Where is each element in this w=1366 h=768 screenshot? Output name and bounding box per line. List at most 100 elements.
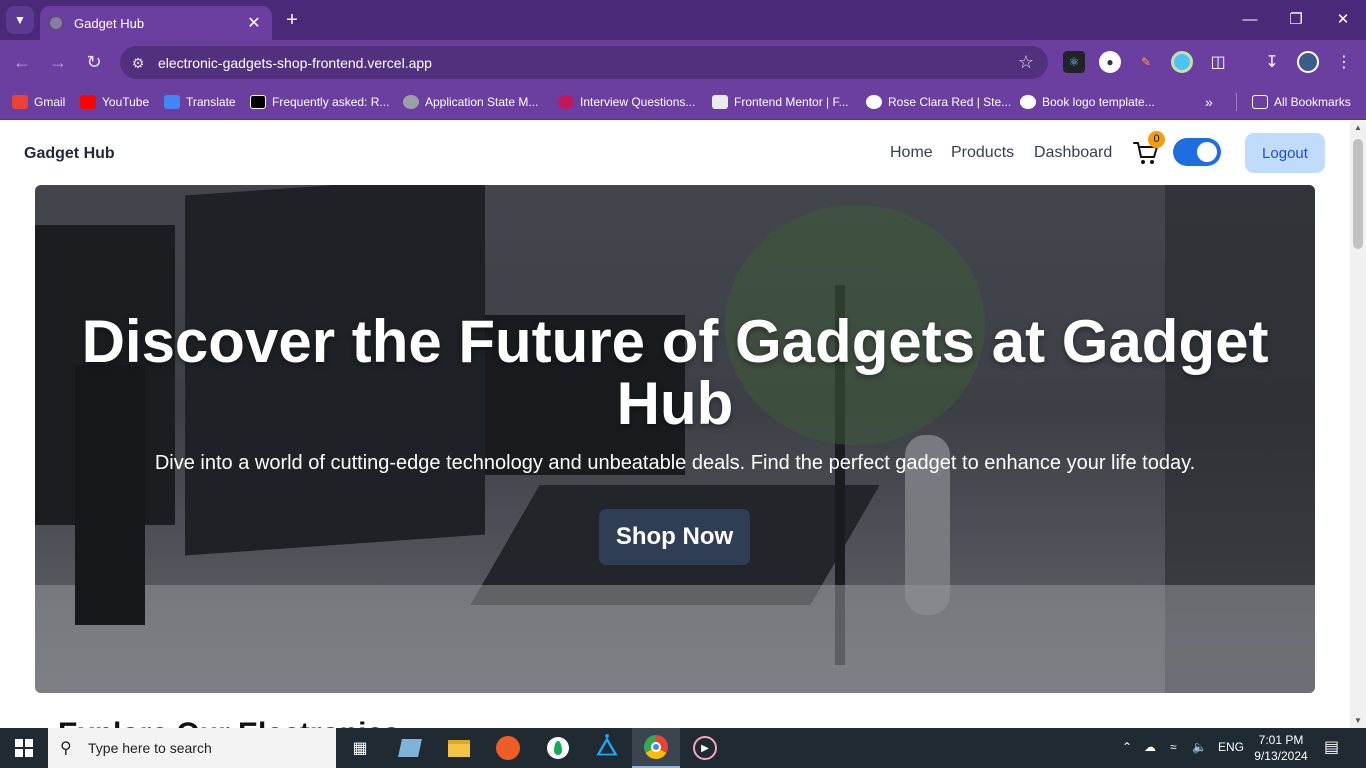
restore-icon: ❐ [1289, 11, 1303, 28]
interview-site-icon [558, 95, 574, 109]
bookmark-label: Translate [186, 95, 236, 109]
bookmark-youtube[interactable]: YouTube [80, 93, 149, 111]
bookmark-translate[interactable]: Translate [164, 93, 236, 111]
hero-subtitle: Dive into a world of cutting-edge techno… [154, 452, 1196, 474]
site-brand[interactable]: Gadget Hub [24, 145, 115, 163]
system-clock[interactable]: 7:01 PM 9/13/2024 [1250, 732, 1312, 764]
taskbar-app-postman[interactable] [484, 728, 532, 768]
site-info-icon[interactable]: ⚙ [126, 51, 150, 75]
tab-title: Gadget Hub [74, 15, 145, 31]
task-view-icon: ▦ [352, 740, 368, 757]
bookmark-label: Frequently asked: R... [272, 95, 390, 109]
bookmark-label: Interview Questions... [580, 95, 696, 109]
back-button[interactable]: ← [10, 50, 34, 74]
scroll-up-arrow-icon[interactable]: ▲ [1350, 121, 1366, 135]
bookmark-application-state[interactable]: Application State M... [403, 93, 538, 111]
close-icon: ✕ [1336, 11, 1350, 28]
taskbar-app-vscode[interactable]: ⧊ [583, 728, 631, 768]
start-button[interactable] [0, 728, 48, 768]
media-player-icon: ▶ [693, 736, 717, 760]
restore-window-button[interactable]: ❐ [1284, 8, 1308, 32]
extensions-puzzle-icon[interactable]: ◫ [1207, 51, 1229, 73]
bookmark-gmail[interactable]: Gmail [12, 93, 65, 111]
taskbar-app-mongodb[interactable] [534, 728, 582, 768]
hero-title-line-1: Discover the Future of Gadgets at Gadget [81, 308, 1269, 375]
bookmark-label: YouTube [102, 95, 150, 109]
lighthouse-extension-icon[interactable] [1171, 51, 1193, 73]
chrome-icon [644, 735, 668, 759]
close-window-button[interactable]: ✕ [1331, 8, 1355, 32]
bookmark-star-icon[interactable]: ☆ [1018, 52, 1034, 73]
bookmarks-overflow-button[interactable]: » [1205, 93, 1213, 111]
bookmark-label: Application State M... [425, 95, 539, 109]
bookmark-book-logo[interactable]: Book logo template... [1020, 93, 1155, 111]
browser-toolbar: ← → ↻ ⚙ electronic-gadgets-shop-frontend… [0, 40, 1366, 84]
url-text[interactable]: electronic-gadgets-shop-frontend.vercel.… [158, 55, 1018, 71]
windows-logo-icon [15, 739, 33, 757]
onedrive-cloud-icon[interactable]: ☁ [1144, 740, 1156, 754]
theme-toggle[interactable] [1173, 138, 1221, 166]
taskbar-app-media-player[interactable]: ▶ [681, 728, 729, 768]
nav-link-home[interactable]: Home [890, 144, 933, 162]
youtube-icon [80, 95, 96, 109]
taskbar-search-placeholder: Type here to search [88, 740, 212, 756]
nav-link-products[interactable]: Products [951, 144, 1014, 162]
reload-icon: ↻ [86, 52, 102, 72]
logout-button[interactable]: Logout [1245, 133, 1325, 173]
bookmark-frontend-mentor[interactable]: Frontend Mentor | F... [712, 93, 849, 111]
chevron-down-icon: ▼ [14, 13, 26, 27]
show-hidden-icons-chevron-up-icon[interactable]: ⌃ [1122, 740, 1132, 754]
address-bar[interactable]: ⚙ electronic-gadgets-shop-frontend.verce… [120, 46, 1048, 79]
hero-title-line-2: Hub [616, 370, 734, 437]
tab-search-button[interactable]: ▼ [6, 6, 34, 34]
search-icon: ⚲ [60, 740, 72, 757]
profile-avatar[interactable] [1297, 51, 1319, 73]
tab-favicon-icon [48, 15, 64, 31]
clock-date: 9/13/2024 [1254, 749, 1308, 763]
scrollbar-thumb[interactable] [1353, 139, 1363, 249]
taskbar-app-notes[interactable] [386, 728, 434, 768]
vscode-icon: ⧊ [596, 734, 618, 761]
bookmark-interview-questions[interactable]: Interview Questions... [558, 93, 695, 111]
download-icon[interactable]: ↧ [1261, 51, 1283, 73]
mongodb-leaf-icon [547, 737, 569, 759]
language-indicator[interactable]: ENG [1218, 740, 1244, 754]
frontend-mentor-icon [712, 95, 728, 109]
close-tab-icon[interactable]: ✕ [244, 13, 264, 33]
browser-tab-bar: ▼ Gadget Hub ✕ + — ❐ ✕ [0, 0, 1366, 40]
extension-icon[interactable]: ● [1099, 51, 1121, 73]
bookmark-frequently-asked[interactable]: Frequently asked: R... [250, 93, 389, 111]
shop-now-button[interactable]: Shop Now [599, 509, 750, 565]
bookmark-rose-clara[interactable]: Rose Clara Red | Ste... [866, 93, 1011, 111]
taskbar-app-chrome[interactable] [632, 728, 680, 768]
page-scrollbar[interactable]: ▲ ▼ [1350, 121, 1366, 728]
new-tab-button[interactable]: + [280, 8, 304, 32]
minimize-window-button[interactable]: — [1238, 8, 1262, 32]
section-heading: Explore Our Electronics [58, 717, 400, 728]
volume-icon[interactable]: 🔈 [1192, 740, 1207, 754]
taskbar-search-box[interactable]: ⚲ Type here to search [48, 728, 336, 768]
taskbar-app-file-explorer[interactable] [435, 728, 483, 768]
wifi-icon[interactable]: ≈ [1170, 740, 1177, 754]
reload-button[interactable]: ↻ [82, 50, 106, 74]
translate-icon [164, 95, 180, 109]
bookmark-label: Book logo template... [1042, 95, 1155, 109]
color-picker-extension-icon[interactable]: ✎ [1135, 51, 1157, 73]
hero-banner: Discover the Future of Gadgets at Gadget… [35, 185, 1315, 693]
nav-link-dashboard[interactable]: Dashboard [1034, 144, 1112, 162]
browser-tab-active[interactable]: Gadget Hub ✕ [40, 6, 272, 40]
bookmark-label: Gmail [34, 95, 66, 109]
browser-menu-icon[interactable]: ⋮ [1333, 51, 1355, 73]
cart-count-badge: 0 [1148, 131, 1165, 148]
forward-button[interactable]: → [46, 50, 70, 74]
folder-icon [448, 739, 470, 757]
bookmark-label: Rose Clara Red | Ste... [888, 95, 1012, 109]
minimize-icon: — [1242, 11, 1258, 28]
all-bookmarks-button[interactable]: All Bookmarks [1252, 93, 1351, 111]
arrow-left-icon: ← [13, 52, 31, 72]
scroll-down-arrow-icon[interactable]: ▼ [1350, 714, 1366, 728]
notifications-icon[interactable]: ▤ [1324, 737, 1339, 757]
task-view-button[interactable]: ▦ [336, 728, 384, 768]
react-devtools-extension-icon[interactable]: ⚛ [1063, 51, 1085, 73]
bookmark-label: Frontend Mentor | F... [734, 95, 849, 109]
